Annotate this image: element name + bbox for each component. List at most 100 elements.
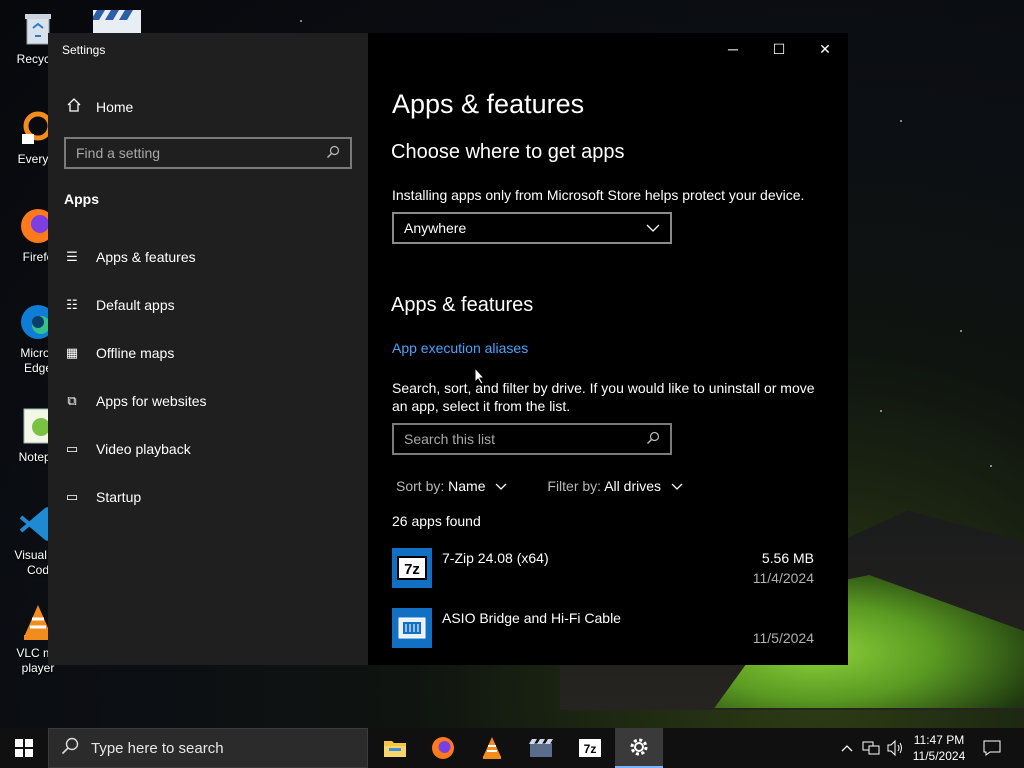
settings-nav-pane: Settings Home Find a setting Apps ☰ Apps… xyxy=(48,33,368,665)
window-title: Settings xyxy=(62,43,106,57)
apps-count: 26 apps found xyxy=(392,513,481,529)
app-size: 5.56 MB xyxy=(761,550,814,566)
vlc-icon xyxy=(483,737,501,759)
search-icon xyxy=(61,737,79,759)
nav-item-default-apps[interactable]: ☷ Default apps xyxy=(48,281,368,329)
action-center-button[interactable] xyxy=(980,728,1004,768)
taskbar-search-box[interactable]: Type here to search xyxy=(48,728,368,768)
nav-item-label: Apps & features xyxy=(96,249,196,265)
taskbar-file-explorer[interactable] xyxy=(371,728,419,768)
sort-by-dropdown[interactable]: Sort by: Name xyxy=(396,478,507,494)
chevron-down-icon xyxy=(489,478,507,494)
clapper-icon xyxy=(91,10,141,36)
filter-by-dropdown[interactable]: Filter by: All drives xyxy=(547,478,683,494)
chevron-down-icon xyxy=(646,220,660,236)
svg-text:7z: 7z xyxy=(404,561,420,578)
app-date: 11/4/2024 xyxy=(752,570,814,586)
sort-filter-bar: Sort by: Name Filter by: All drives xyxy=(396,478,683,494)
apps-features-heading: Apps & features xyxy=(391,294,534,316)
taskbar: Type here to search 7z 11:47 PM 11/5/202… xyxy=(0,728,1024,768)
nav-item-startup[interactable]: ▭ Startup xyxy=(48,473,368,521)
offline-maps-icon: ▦ xyxy=(65,345,79,360)
nav-item-label: Offline maps xyxy=(96,345,175,361)
settings-gear-icon xyxy=(630,738,648,756)
settings-content-pane: ─ ☐ ✕ Apps & features Choose where to ge… xyxy=(368,33,848,665)
nav-item-label: Video playback xyxy=(96,441,191,457)
sort-by-value: Name xyxy=(448,478,486,494)
star xyxy=(990,465,992,467)
app-date: 11/5/2024 xyxy=(752,630,814,646)
star xyxy=(960,330,962,332)
search-list-input[interactable]: Search this list xyxy=(392,423,672,455)
close-button[interactable]: ✕ xyxy=(802,37,848,61)
taskbar-7zip[interactable]: 7z xyxy=(566,728,614,768)
nav-item-label: Startup xyxy=(96,489,142,505)
choose-apps-description: Installing apps only from Microsoft Stor… xyxy=(392,187,805,203)
file-explorer-icon xyxy=(384,741,406,757)
tray-network-button[interactable] xyxy=(860,728,882,768)
find-setting-placeholder: Find a setting xyxy=(76,145,161,161)
taskbar-firefox[interactable] xyxy=(419,728,467,768)
taskbar-clock[interactable]: 11:47 PM 11/5/2024 xyxy=(900,732,978,764)
filter-by-value: All drives xyxy=(604,478,661,494)
page-title: Apps & features xyxy=(392,89,585,119)
svg-text:7z: 7z xyxy=(584,742,597,756)
sort-by-label: Sort by: xyxy=(396,478,445,494)
app-execution-aliases-link[interactable]: App execution aliases xyxy=(392,340,528,356)
default-apps-icon: ☷ xyxy=(66,297,78,312)
start-button[interactable] xyxy=(0,728,48,768)
app-name: 7-Zip 24.08 (x64) xyxy=(442,550,549,566)
minimize-button[interactable]: ─ xyxy=(710,37,756,61)
filter-by-label: Filter by: xyxy=(547,478,602,494)
apps-features-icon: ☰ xyxy=(66,249,78,264)
search-list-placeholder: Search this list xyxy=(404,431,496,447)
find-setting-input[interactable]: Find a setting xyxy=(64,137,352,169)
nav-item-label: Apps for websites xyxy=(96,393,207,409)
apps-websites-icon: ⧉ xyxy=(67,393,77,408)
app-source-dropdown[interactable]: Anywhere xyxy=(392,212,672,244)
nav-item-video-playback[interactable]: ▭ Video playback xyxy=(48,425,368,473)
windows-logo-icon xyxy=(15,739,33,757)
search-icon xyxy=(326,145,340,162)
choose-apps-heading: Choose where to get apps xyxy=(391,141,625,163)
app-name: ASIO Bridge and Hi-Fi Cable xyxy=(442,610,621,626)
app-list-item[interactable]: ASIO Bridge and Hi-Fi Cable 11/5/2024 xyxy=(392,608,816,664)
taskbar-vlc[interactable] xyxy=(468,728,516,768)
clock-time: 11:47 PM xyxy=(913,733,965,747)
video-playback-icon: ▭ xyxy=(65,441,79,456)
home-icon xyxy=(66,97,82,116)
7zip-icon: 7z xyxy=(392,548,432,588)
7zip-icon: 7z xyxy=(579,739,601,757)
app-source-selected: Anywhere xyxy=(404,220,467,236)
search-icon xyxy=(646,431,660,448)
maximize-button[interactable]: ☐ xyxy=(756,37,802,61)
list-description: Search, sort, and filter by drive. If yo… xyxy=(392,380,815,414)
network-icon xyxy=(862,741,880,755)
firefox-icon xyxy=(432,737,454,759)
clapper-icon xyxy=(529,739,553,757)
settings-window: Settings Home Find a setting Apps ☰ Apps… xyxy=(48,33,848,665)
nav-home[interactable]: Home xyxy=(66,97,133,116)
star xyxy=(300,20,302,22)
nav-list: ☰ Apps & features ☷ Default apps ▦ Offli… xyxy=(48,233,368,521)
asio-bridge-icon xyxy=(392,608,432,648)
mouse-cursor-icon xyxy=(474,366,486,390)
nav-item-apps-features[interactable]: ☰ Apps & features xyxy=(48,233,368,281)
chevron-up-icon xyxy=(841,745,853,752)
tray-overflow-button[interactable] xyxy=(838,728,856,768)
star xyxy=(900,120,902,122)
clock-date: 11/5/2024 xyxy=(912,749,966,763)
nav-item-label: Default apps xyxy=(96,297,175,313)
nav-section-apps: Apps xyxy=(64,191,99,207)
taskbar-settings[interactable] xyxy=(615,728,663,768)
taskbar-search-placeholder: Type here to search xyxy=(91,739,224,757)
desktop-icon-clapper[interactable] xyxy=(91,6,141,36)
notification-icon xyxy=(983,740,1001,756)
taskbar-clapper[interactable] xyxy=(517,728,565,768)
nav-home-label: Home xyxy=(96,98,134,115)
app-list-item[interactable]: 7z 7-Zip 24.08 (x64) 5.56 MB 11/4/2024 xyxy=(392,548,816,604)
nav-item-apps-for-websites[interactable]: ⧉ Apps for websites xyxy=(48,377,368,425)
chevron-down-icon xyxy=(665,478,683,494)
nav-item-offline-maps[interactable]: ▦ Offline maps xyxy=(48,329,368,377)
startup-icon: ▭ xyxy=(65,489,79,504)
